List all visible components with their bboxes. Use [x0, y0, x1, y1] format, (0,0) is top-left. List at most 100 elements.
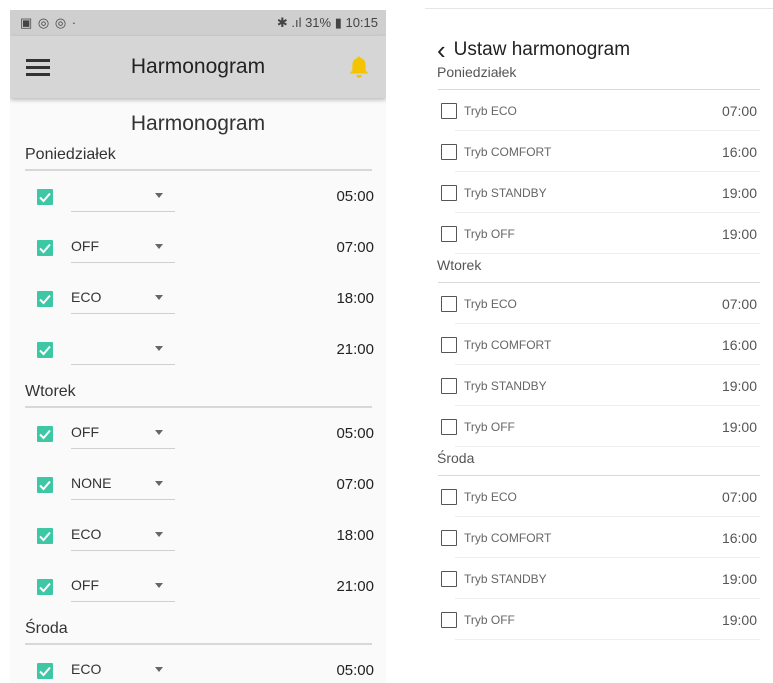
check-icon	[39, 480, 51, 490]
mode-value: ECO	[71, 289, 102, 305]
mode-label: Tryb OFF	[464, 612, 515, 627]
time-value[interactable]: 19:00	[722, 612, 757, 628]
dropdown-arrow-icon	[155, 583, 163, 588]
time-value[interactable]: 05:00	[336, 425, 374, 442]
mode-dropdown[interactable]: ECO	[71, 655, 175, 683]
mode-checkbox[interactable]	[441, 143, 457, 160]
time-value[interactable]: 18:00	[336, 527, 374, 544]
time-value[interactable]: 07:00	[722, 296, 757, 312]
back-arrow-icon[interactable]: ‹	[437, 37, 446, 63]
mode-dropdown[interactable]: OFF	[71, 232, 175, 263]
enabled-checkbox[interactable]	[37, 527, 53, 544]
mode-dropdown[interactable]: OFF	[71, 418, 175, 449]
top-divider	[425, 0, 773, 9]
check-icon	[39, 429, 51, 439]
mode-option-row[interactable]: Tryb ECO 07:00	[425, 90, 773, 131]
mode-checkbox[interactable]	[441, 418, 457, 435]
mode-checkbox[interactable]	[441, 225, 457, 242]
mode-option-row[interactable]: Tryb STANDBY 19:00	[425, 558, 773, 599]
notification-icons: ▣ ◎ ◎ ·	[20, 15, 78, 30]
enabled-checkbox[interactable]	[37, 476, 53, 493]
time-value[interactable]: 19:00	[722, 185, 757, 201]
day-heading: Środa	[437, 450, 475, 466]
mode-option-row[interactable]: Tryb OFF 19:00	[425, 406, 773, 447]
mode-checkbox[interactable]	[441, 570, 457, 587]
mode-checkbox[interactable]	[441, 377, 457, 394]
mode-option-row[interactable]: Tryb ECO 07:00	[425, 283, 773, 324]
schedule-row: ECO 18:00	[10, 273, 386, 324]
mode-dropdown[interactable]: NONE	[71, 469, 175, 500]
enabled-checkbox[interactable]	[37, 425, 53, 442]
schedule-row: OFF 07:00	[10, 222, 386, 273]
dropdown-arrow-icon	[155, 430, 163, 435]
mode-dropdown[interactable]: OFF	[71, 571, 175, 602]
mode-option-row[interactable]: Tryb COMFORT 16:00	[425, 324, 773, 365]
time-value[interactable]: 21:00	[336, 578, 374, 595]
mode-checkbox[interactable]	[441, 184, 457, 201]
time-value[interactable]: 07:00	[336, 476, 374, 493]
time-value[interactable]: 07:00	[722, 103, 757, 119]
check-icon	[39, 582, 51, 592]
mode-label: Tryb ECO	[464, 489, 517, 504]
mode-option-row[interactable]: Tryb STANDBY 19:00	[425, 172, 773, 213]
mode-checkbox[interactable]	[441, 102, 457, 119]
enabled-checkbox[interactable]	[37, 188, 53, 205]
time-value[interactable]: 16:00	[722, 337, 757, 353]
mode-option-row[interactable]: Tryb OFF 19:00	[425, 599, 773, 640]
time-value[interactable]: 19:00	[722, 226, 757, 242]
mode-option-row[interactable]: Tryb COMFORT 16:00	[425, 517, 773, 558]
mode-label: Tryb COMFORT	[464, 530, 552, 545]
mode-dropdown[interactable]	[71, 181, 175, 212]
mode-label: Tryb OFF	[464, 226, 515, 241]
mode-option-row[interactable]: Tryb STANDBY 19:00	[425, 365, 773, 406]
dropdown-arrow-icon	[155, 532, 163, 537]
mode-option-row[interactable]: Tryb COMFORT 16:00	[425, 131, 773, 172]
mode-value: OFF	[71, 238, 99, 254]
enabled-checkbox[interactable]	[37, 578, 53, 595]
mode-dropdown[interactable]	[71, 334, 175, 365]
enabled-checkbox[interactable]	[37, 290, 53, 307]
day-heading: Poniedziałek	[25, 146, 116, 163]
time-value[interactable]: 21:00	[336, 341, 374, 358]
day-heading: Poniedziałek	[437, 64, 517, 80]
mode-label: Tryb ECO	[464, 103, 517, 118]
enabled-checkbox[interactable]	[37, 239, 53, 256]
time-value[interactable]: 19:00	[722, 378, 757, 394]
row-divider	[455, 446, 760, 447]
app-bar-title: Harmonogram	[130, 55, 266, 78]
mode-checkbox[interactable]	[441, 611, 457, 628]
page-title: Harmonogram	[130, 112, 266, 135]
time-value[interactable]: 05:00	[336, 662, 374, 679]
time-value[interactable]: 19:00	[722, 571, 757, 587]
mode-option-row[interactable]: Tryb OFF 19:00	[425, 213, 773, 254]
mode-option-row[interactable]: Tryb ECO 07:00	[425, 476, 773, 517]
time-value[interactable]: 07:00	[722, 489, 757, 505]
time-value[interactable]: 16:00	[722, 144, 757, 160]
mode-checkbox[interactable]	[441, 295, 457, 312]
mode-checkbox[interactable]	[441, 488, 457, 505]
time-value[interactable]: 19:00	[722, 419, 757, 435]
harmonogram-screen: ▣ ◎ ◎ · ✱ .ıl 31% ▮ 10:15 Harmonogram Ha…	[10, 10, 386, 683]
menu-icon[interactable]	[26, 58, 50, 76]
time-value[interactable]: 16:00	[722, 530, 757, 546]
time-value[interactable]: 07:00	[336, 239, 374, 256]
mode-dropdown[interactable]: ECO	[71, 283, 175, 314]
schedule-row: 21:00	[10, 324, 386, 375]
bell-icon[interactable]	[348, 55, 370, 79]
row-divider	[455, 639, 760, 640]
day-section: Środa Tryb ECO 07:00 Tryb COMFORT 16:00 Tryb …	[425, 447, 773, 640]
time-value[interactable]: 18:00	[336, 290, 374, 307]
schedule-options-list: Poniedziałek Tryb ECO 07:00 Tryb COMFORT 16:…	[425, 61, 773, 640]
mode-checkbox[interactable]	[441, 529, 457, 546]
enabled-checkbox[interactable]	[37, 662, 53, 679]
schedule-row: ECO 05:00	[10, 645, 386, 683]
dropdown-arrow-icon	[155, 346, 163, 351]
mode-checkbox[interactable]	[441, 336, 457, 353]
mode-dropdown[interactable]: ECO	[71, 520, 175, 551]
day-heading: Środa	[25, 620, 68, 637]
check-icon	[39, 294, 51, 304]
page-title: Ustaw harmonogram	[453, 39, 631, 60]
time-value[interactable]: 05:00	[336, 188, 374, 205]
enabled-checkbox[interactable]	[37, 341, 53, 358]
check-icon	[39, 345, 51, 355]
